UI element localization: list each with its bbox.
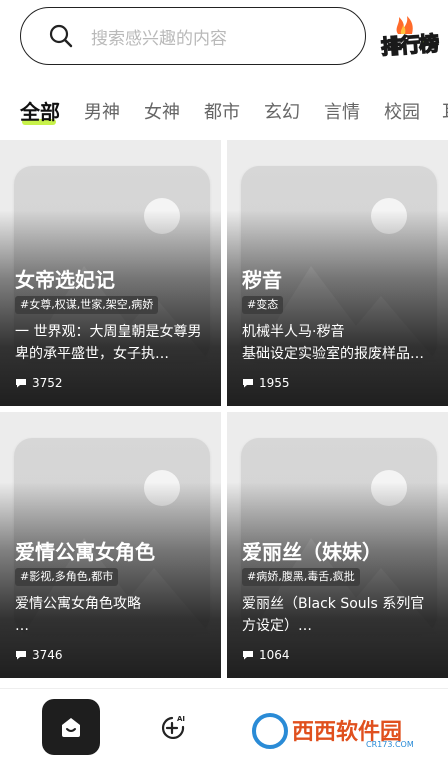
card-tags: #影视,多角色,都市 (15, 568, 119, 586)
card-description: 机械半人马·秽音 基础设定实验室的报废样品… (242, 324, 424, 362)
card-chat-count: 3752 (15, 376, 63, 390)
watermark-logo: 西西软件园 CR173.COM (248, 709, 430, 753)
chat-icon (243, 651, 253, 660)
tab-fantasy[interactable]: 玄幻 (264, 98, 300, 124)
character-card[interactable]: 女帝选妃记 #女尊,权谋,世家,架空,病娇 一 世界观：大周皇朝是女尊男卑的承平… (0, 140, 221, 406)
search-input[interactable]: 搜索感兴趣的内容 (20, 7, 366, 65)
home-icon (62, 718, 80, 737)
character-grid: 女帝选妃记 #女尊,权谋,世家,架空,病娇 一 世界观：大周皇朝是女尊男卑的承平… (0, 140, 448, 688)
ranking-button[interactable]: 排行榜 (378, 16, 440, 60)
card-description: 一 世界观：大周皇朝是女尊男卑的承平盛世，女子执… (15, 324, 202, 362)
tab-male[interactable]: 男神 (84, 98, 120, 124)
ai-create-button[interactable]: AI (158, 713, 188, 743)
tab-romance[interactable]: 言情 (324, 98, 360, 124)
tab-female[interactable]: 女神 (144, 98, 180, 124)
card-description: 爱丽丝（Black Souls 系列官方设定）… (242, 596, 425, 634)
card-tags: #女尊,权谋,世家,架空,病娇 (15, 296, 159, 314)
search-placeholder: 搜索感兴趣的内容 (91, 28, 227, 49)
card-chat-count: 1955 (242, 376, 290, 390)
svg-text:CR173.COM: CR173.COM (366, 740, 414, 749)
home-nav-button[interactable] (42, 699, 100, 755)
search-icon (47, 22, 75, 50)
card-chat-count: 3746 (15, 648, 63, 662)
card-description: 爱情公寓女角色攻略 … (15, 596, 141, 634)
card-title: 秽音 (242, 268, 282, 292)
character-card[interactable]: 爱丽丝（妹妹） #病娇,腹黑,毒舌,疯批 爱丽丝（Black Souls 系列官… (227, 412, 448, 678)
card-title: 爱丽丝（妹妹） (242, 540, 382, 564)
tab-urban[interactable]: 都市 (204, 98, 240, 124)
character-card[interactable]: 爱情公寓女角色 #影视,多角色,都市 爱情公寓女角色攻略 … 3746 (0, 412, 221, 678)
card-tags: #病娇,腹黑,毒舌,疯批 (242, 568, 360, 586)
tab-all[interactable]: 全部 (20, 96, 60, 125)
ranking-label: 排行榜 (379, 30, 439, 59)
chat-icon (16, 379, 26, 388)
chat-icon (243, 379, 253, 388)
svg-text:AI: AI (177, 715, 185, 723)
character-card[interactable]: 秽音 #变态 机械半人马·秽音 基础设定实验室的报废样品… 1955 (227, 140, 448, 406)
card-title: 女帝选妃记 (15, 268, 115, 292)
category-tabs: 全部 男神 女神 都市 玄幻 言情 校园 耳 (0, 88, 448, 132)
card-tags: #变态 (242, 296, 284, 314)
card-chat-count: 1064 (242, 648, 290, 662)
card-title: 爱情公寓女角色 (15, 540, 155, 564)
ai-plus-icon: AI (161, 715, 185, 739)
bottom-nav: AI 西西软件园 CR173.COM (0, 688, 448, 767)
chat-icon (16, 651, 26, 660)
tab-overflow[interactable]: 耳 (442, 98, 448, 124)
top-bar: 搜索感兴趣的内容 排行榜 (0, 0, 448, 76)
tab-campus[interactable]: 校园 (384, 98, 420, 124)
